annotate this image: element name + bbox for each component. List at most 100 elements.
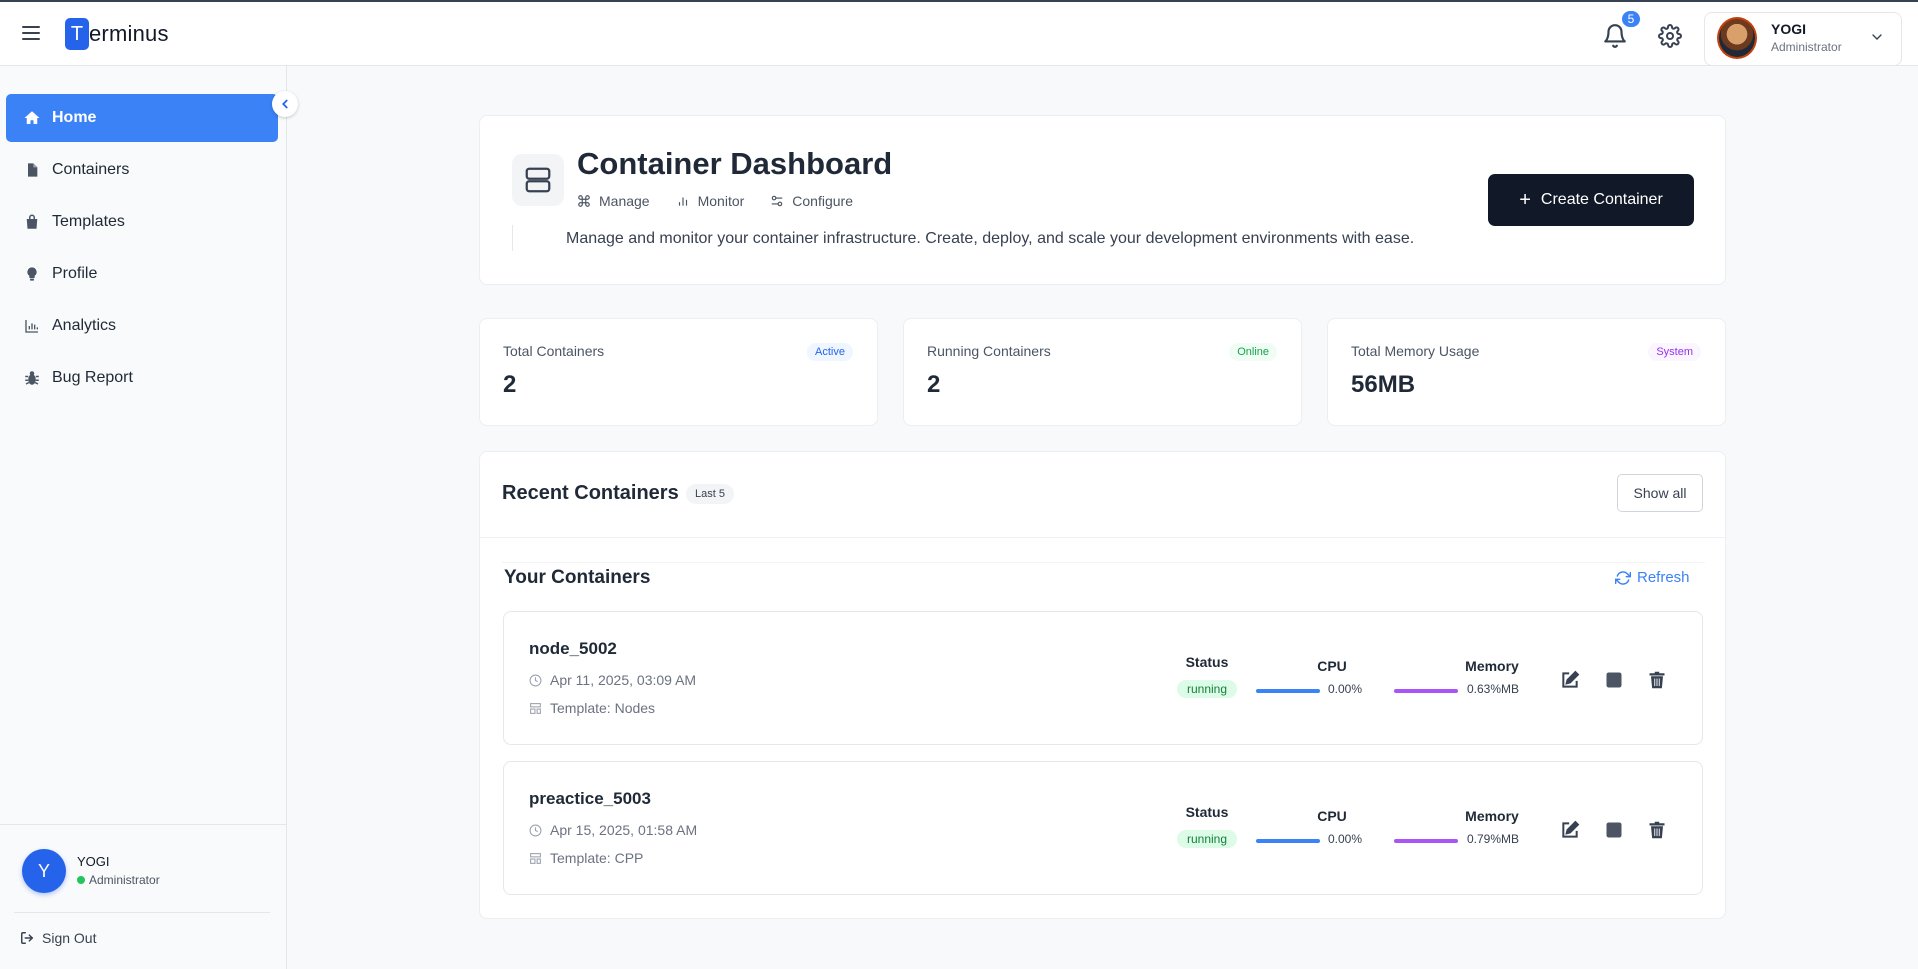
template-icon <box>530 852 541 864</box>
count-badge: Last 5 <box>686 484 734 504</box>
container-row[interactable]: preactice_5003 Apr 15, 2025, 01:58 AM Te… <box>503 761 1703 895</box>
sidebar-item-templates[interactable]: Templates <box>6 198 278 246</box>
delete-button[interactable] <box>1645 668 1669 692</box>
top-bar: T erminus 5 YOGI Administrator <box>0 0 1918 66</box>
trash-icon <box>1649 671 1665 689</box>
tag-label: Monitor <box>697 193 745 209</box>
status-badge: System <box>1648 343 1701 361</box>
divider <box>480 537 1727 538</box>
sidebar-item-label: Analytics <box>52 317 117 334</box>
sign-out-icon <box>21 932 34 944</box>
sidebar-user-role-text: Administrator <box>89 873 160 887</box>
memory-usage-bar <box>1394 689 1458 693</box>
dashboard-header-card: Container Dashboard Manage Monitor Confi… <box>479 115 1726 285</box>
status-badge: Online <box>1229 343 1277 361</box>
create-container-label: Create Container <box>1540 191 1663 208</box>
edit-button[interactable] <box>1558 818 1582 842</box>
avatar: Y <box>22 849 66 893</box>
create-container-button[interactable]: + Create Container <box>1488 174 1694 226</box>
online-status-dot <box>77 876 85 884</box>
recent-containers-panel: Recent Containers Last 5 Show all Your C… <box>479 451 1727 919</box>
date-text: Apr 15, 2025, 01:58 AM <box>550 822 698 838</box>
bar-chart-icon <box>678 197 687 206</box>
user-name: YOGI <box>1771 21 1807 37</box>
sign-out-button[interactable]: Sign Out <box>20 930 96 946</box>
container-template: Template: CPP <box>529 850 643 866</box>
edit-button[interactable] <box>1558 668 1582 692</box>
sidebar-item-containers[interactable]: Containers <box>6 146 278 194</box>
avatar <box>1717 17 1757 59</box>
section-title: Recent Containers <box>502 482 679 504</box>
status-badge: running <box>1177 830 1237 848</box>
stat-card-memory-usage: Total Memory Usage System 56MB <box>1327 318 1726 426</box>
user-menu[interactable]: YOGI Administrator <box>1704 12 1902 66</box>
plus-icon: + <box>1519 189 1531 211</box>
clock-icon <box>529 824 542 836</box>
delete-button[interactable] <box>1645 818 1669 842</box>
sidebar-item-bug-report[interactable]: Bug Report <box>6 354 278 402</box>
sidebar-user-name: YOGI <box>77 854 110 869</box>
stat-value: 2 <box>503 371 517 398</box>
memory-value: 0.63%MB <box>1467 682 1520 696</box>
divider <box>14 912 270 913</box>
bag-icon <box>22 212 42 232</box>
user-role: Administrator <box>1771 40 1842 54</box>
chevron-down-icon <box>1872 34 1882 40</box>
stat-label: Running Containers <box>927 343 1051 359</box>
gear-icon[interactable] <box>1658 24 1682 48</box>
sidebar-user-role: Administrator <box>77 873 160 887</box>
logo-badge: T <box>65 18 89 50</box>
tag-configure: Configure <box>770 193 853 209</box>
sign-out-label: Sign Out <box>42 930 97 946</box>
template-icon <box>530 702 541 714</box>
sidebar-item-analytics[interactable]: Analytics <box>6 302 278 350</box>
tag-monitor: Monitor <box>676 193 745 209</box>
tag-label: Manage <box>599 193 650 209</box>
file-icon <box>22 160 42 180</box>
cpu-usage-bar <box>1256 839 1320 843</box>
show-all-button[interactable]: Show all <box>1617 474 1703 512</box>
sidebar-item-profile[interactable]: Profile <box>6 250 278 298</box>
sidebar: Home Containers Templates Profile Analyt… <box>0 66 298 969</box>
hero-tags: Manage Monitor Configure <box>577 193 853 209</box>
collapse-sidebar-button[interactable] <box>272 91 298 117</box>
divider <box>0 824 287 825</box>
sidebar-item-label: Containers <box>52 161 130 178</box>
logo[interactable]: T erminus <box>65 18 169 50</box>
container-row[interactable]: node_5002 Apr 11, 2025, 03:09 AM Templat… <box>503 611 1703 745</box>
menu-icon[interactable] <box>22 26 40 40</box>
stat-label: Total Containers <box>503 343 605 359</box>
edit-icon <box>1562 670 1580 688</box>
memory-label: Memory <box>1465 658 1519 674</box>
tag-manage: Manage <box>577 193 650 209</box>
notification-badge: 5 <box>1620 9 1642 29</box>
stop-button[interactable] <box>1602 818 1626 842</box>
template-text: Template: CPP <box>550 850 644 866</box>
bulb-icon <box>22 264 42 284</box>
cpu-value: 0.00% <box>1328 682 1363 696</box>
chart-icon <box>22 316 42 336</box>
stat-value: 2 <box>927 371 941 398</box>
status-badge: running <box>1177 680 1237 698</box>
memory-value: 0.79%MB <box>1467 832 1520 846</box>
refresh-button[interactable]: Refresh <box>1615 569 1690 586</box>
logo-text: erminus <box>89 21 169 46</box>
memory-usage-bar <box>1394 839 1458 843</box>
container-template: Template: Nodes <box>529 700 655 716</box>
stop-icon <box>1606 672 1622 688</box>
stop-icon <box>1606 822 1622 838</box>
stop-button[interactable] <box>1602 668 1626 692</box>
sidebar-item-label: Home <box>52 109 97 126</box>
refresh-icon <box>1615 570 1631 585</box>
trash-icon <box>1649 821 1665 839</box>
stat-value: 56MB <box>1351 371 1416 398</box>
sidebar-item-label: Bug Report <box>52 369 133 386</box>
cpu-value: 0.00% <box>1328 832 1363 846</box>
sidebar-item-home[interactable]: Home <box>6 94 278 142</box>
home-icon <box>22 108 42 128</box>
status-label: Status <box>1185 654 1229 670</box>
chevron-left-icon <box>282 99 288 109</box>
subsection-title: Your Containers <box>504 567 651 588</box>
cpu-usage-bar <box>1256 689 1320 693</box>
server-icon <box>512 154 564 206</box>
